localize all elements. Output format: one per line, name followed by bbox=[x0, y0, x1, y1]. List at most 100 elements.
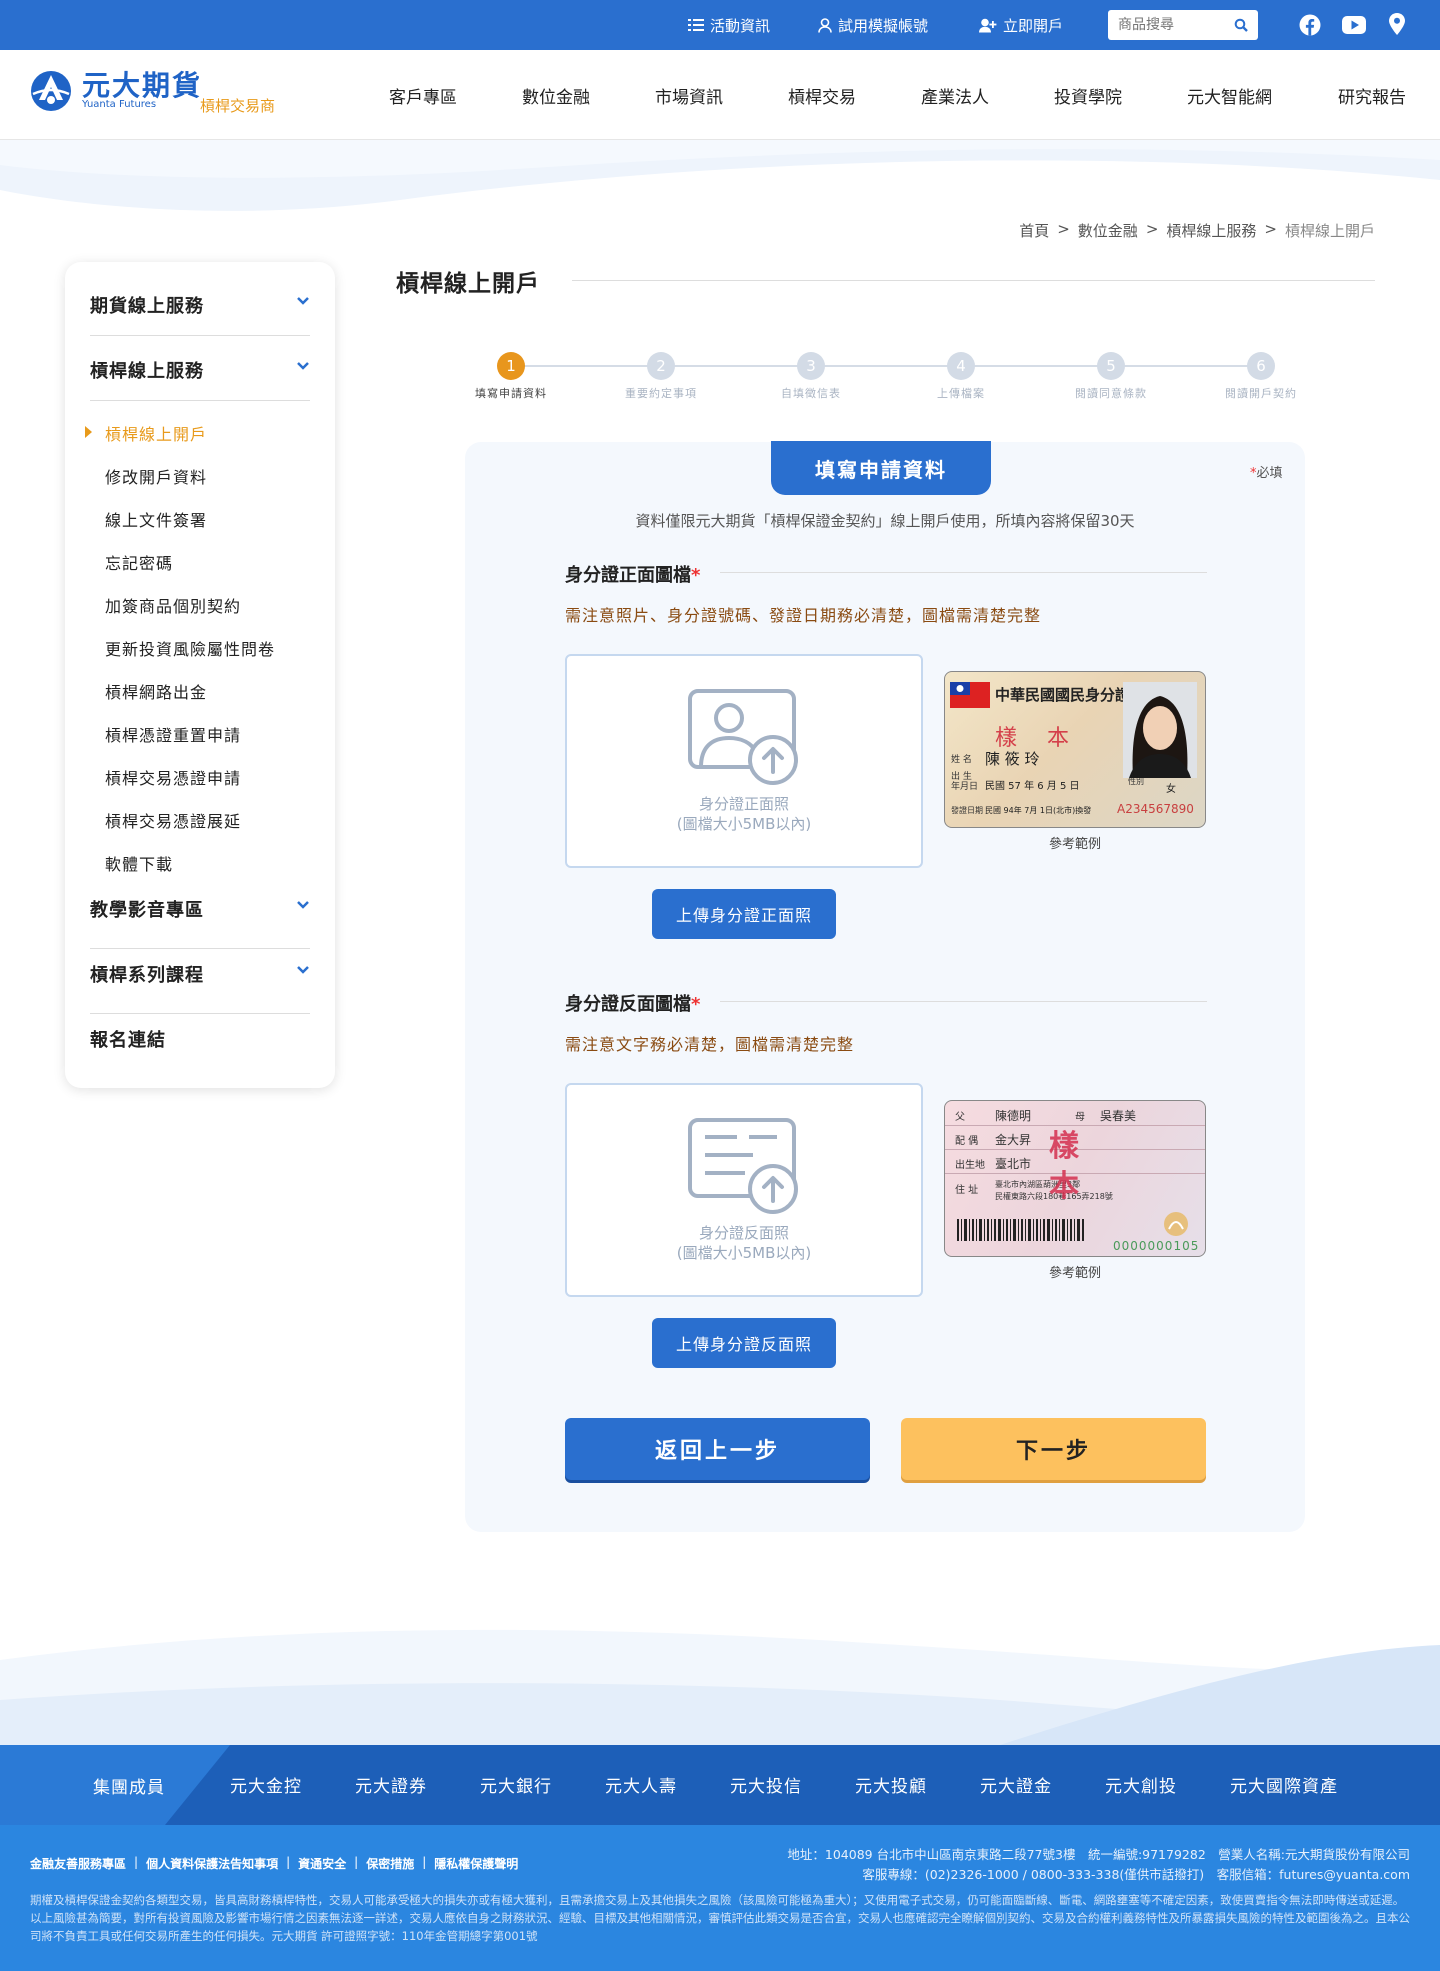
barcode-icon bbox=[957, 1219, 1084, 1241]
breadcrumb-leverage-service[interactable]: 槓桿線上服務 bbox=[1166, 220, 1256, 241]
back-upload-caption: 身分證反面照 bbox=[698, 1224, 789, 1242]
section-divider bbox=[720, 1001, 1207, 1002]
sidebar-item-product-contract[interactable]: 加簽商品個別契約 bbox=[105, 593, 241, 617]
nav-institutional[interactable]: 產業法人 bbox=[921, 50, 989, 140]
nav-digital-finance[interactable]: 數位金融 bbox=[522, 50, 590, 140]
sidebar-item-modify-account[interactable]: 修改開戶資料 bbox=[105, 464, 207, 488]
breadcrumb-separator: > bbox=[1145, 220, 1159, 238]
open-account-link[interactable]: 立即開戶 bbox=[979, 0, 1063, 50]
nav-smart-network[interactable]: 元大智能網 bbox=[1187, 50, 1272, 140]
step-3-label: 自填徵信表 bbox=[781, 387, 841, 400]
back-section-title: 身分證反面圖檔* bbox=[565, 990, 700, 1016]
location-pin-icon[interactable] bbox=[1389, 13, 1405, 35]
sidebar-group-registration[interactable]: 報名連結 bbox=[90, 1026, 310, 1052]
group-link-venture[interactable]: 元大創投 bbox=[1105, 1772, 1177, 1797]
footer-link-security[interactable]: 資通安全 bbox=[298, 1855, 346, 1872]
footer-link-privacy-policy[interactable]: 隱私權保護聲明 bbox=[434, 1855, 518, 1872]
group-link-securities[interactable]: 元大證券 bbox=[355, 1772, 427, 1797]
step-4-label: 上傳檔案 bbox=[937, 387, 985, 400]
group-label: 集團成員 bbox=[93, 1778, 165, 1798]
bottom-wave-decoration bbox=[0, 1629, 1440, 1745]
sidebar-group-courses[interactable]: 槓桿系列課程 bbox=[90, 961, 310, 987]
required-star: * bbox=[691, 994, 701, 1015]
group-link-securities-finance[interactable]: 元大證金 bbox=[980, 1772, 1052, 1797]
group-link-advisory[interactable]: 元大投顧 bbox=[855, 1772, 927, 1797]
yuanta-logo-icon bbox=[31, 71, 71, 111]
back-step-button[interactable]: 返回上一步 bbox=[565, 1418, 870, 1480]
sidebar-group-video[interactable]: 教學影音專區 bbox=[90, 896, 310, 922]
group-link-financial-holding[interactable]: 元大金控 bbox=[230, 1772, 302, 1797]
group-link-life[interactable]: 元大人壽 bbox=[605, 1772, 677, 1797]
sidebar-item-forgot-password[interactable]: 忘記密碼 bbox=[105, 550, 173, 574]
footer-link-privacy-notice[interactable]: 個人資料保護法告知事項 bbox=[146, 1855, 278, 1872]
facebook-icon[interactable] bbox=[1299, 14, 1321, 36]
panel-notice: 資料僅限元大期貨「槓桿保證金契約」線上開戶使用，所填內容將保留30天 bbox=[635, 512, 1135, 530]
nav-market-info[interactable]: 市場資訊 bbox=[655, 50, 723, 140]
activity-link[interactable]: 活動資訊 bbox=[688, 0, 770, 50]
front-upload-caption: 身分證正面照 bbox=[698, 795, 789, 813]
footer-link-friendly-service[interactable]: 金融友善服務專區 bbox=[30, 1855, 126, 1872]
group-members-bar: 集團成員 bbox=[0, 1745, 1440, 1825]
sidebar-group-futures-service[interactable]: 期貨線上服務 bbox=[90, 292, 310, 318]
sidebar-item-document-signing[interactable]: 線上文件簽署 bbox=[105, 507, 207, 531]
logo-subtitle: 槓桿交易商 bbox=[200, 97, 276, 115]
sidebar-group-label: 槓桿系列課程 bbox=[90, 965, 204, 986]
sidebar-group-leverage-service[interactable]: 槓桿線上服務 bbox=[90, 357, 310, 383]
nav-leverage-trading[interactable]: 槓桿交易 bbox=[788, 50, 856, 140]
breadcrumb-separator: > bbox=[1057, 220, 1070, 238]
chevron-down-icon bbox=[297, 297, 309, 305]
sidebar-item-risk-questionnaire[interactable]: 更新投資風險屬性問卷 bbox=[105, 636, 275, 660]
back-title-text: 身分證反面圖檔 bbox=[565, 994, 691, 1015]
footer-contact: 地址：104089 台北市中山區南京東路二段77號3樓 統一編號:9717928… bbox=[787, 1845, 1410, 1885]
top-bar: 活動資訊 試用模擬帳號 立即開戶 bbox=[0, 0, 1440, 50]
sample-spouse: 金大昇 bbox=[995, 1133, 1032, 1147]
sample-name-label: 姓 名 bbox=[951, 755, 972, 765]
required-star: * bbox=[691, 565, 701, 586]
upload-back-id-button[interactable]: 上傳身分證反面照 bbox=[652, 1318, 836, 1368]
logo[interactable]: 元大期貨 Yuanta Futures bbox=[30, 70, 202, 112]
taiwan-flag-icon bbox=[950, 682, 990, 708]
sidebar-item-software-download[interactable]: 軟體下載 bbox=[105, 851, 173, 875]
front-title-text: 身分證正面圖檔 bbox=[565, 565, 691, 586]
demo-account-link[interactable]: 試用模擬帳號 bbox=[818, 0, 928, 50]
sample-father-label: 父 bbox=[955, 1112, 965, 1123]
nav-research-report[interactable]: 研究報告 bbox=[1338, 50, 1406, 140]
top-wave-decoration bbox=[0, 140, 1440, 211]
step-2-label: 重要約定事項 bbox=[625, 387, 697, 400]
group-link-bank[interactable]: 元大銀行 bbox=[480, 1772, 552, 1797]
step-2-circle: 2 bbox=[647, 352, 675, 380]
sample-birthplace-label: 出生地 bbox=[955, 1160, 985, 1171]
sample-name: 陳 筱 玲 bbox=[985, 750, 1040, 768]
step-3-circle: 3 bbox=[797, 352, 825, 380]
breadcrumb-home[interactable]: 首頁 bbox=[1019, 220, 1049, 241]
search-icon[interactable] bbox=[1234, 18, 1248, 32]
next-step-button[interactable]: 下一步 bbox=[901, 1418, 1206, 1480]
document-upload-icon bbox=[688, 1118, 798, 1214]
group-link-funds[interactable]: 元大投信 bbox=[730, 1772, 802, 1797]
sidebar-item-leverage-online-account[interactable]: 槓桿線上開戶 bbox=[105, 421, 207, 445]
sample-stamp: 樣本 bbox=[1049, 1129, 1079, 1204]
step-6-circle: 6 bbox=[1247, 352, 1275, 380]
panel-tab-title: 填寫申請資料 bbox=[771, 441, 991, 495]
upload-front-id-button[interactable]: 上傳身分證正面照 bbox=[652, 889, 836, 939]
sample-issue-date: 民國 94年 7月 1日(北市)換發 bbox=[985, 806, 1092, 815]
sample-mother-label: 母 bbox=[1075, 1112, 1085, 1123]
sample-birthplace: 臺北市 bbox=[995, 1157, 1032, 1171]
sidebar-item-withdrawal[interactable]: 槓桿網路出金 bbox=[105, 679, 207, 703]
sidebar-item-certificate-apply[interactable]: 槓桿交易憑證申請 bbox=[105, 765, 241, 789]
search-input[interactable] bbox=[1108, 11, 1226, 39]
sample-address-label: 住 址 bbox=[955, 1185, 979, 1196]
youtube-icon[interactable] bbox=[1342, 16, 1366, 34]
product-search bbox=[1108, 10, 1258, 40]
sidebar-item-certificate-extend[interactable]: 槓桿交易憑證展延 bbox=[105, 808, 241, 832]
footer-link-confidentiality[interactable]: 保密措施 bbox=[366, 1855, 414, 1872]
sidebar-item-certificate-reset[interactable]: 槓桿憑證重置申請 bbox=[105, 722, 241, 746]
hologram-emblem-icon bbox=[1164, 1212, 1188, 1236]
group-link-international-asset[interactable]: 元大國際資產 bbox=[1230, 1772, 1338, 1797]
nav-investment-academy[interactable]: 投資學院 bbox=[1054, 50, 1122, 140]
footer-separator: | bbox=[354, 1855, 359, 1869]
breadcrumb-digital-finance[interactable]: 數位金融 bbox=[1078, 220, 1138, 241]
nav-customer-zone[interactable]: 客戶專區 bbox=[389, 50, 457, 140]
front-upload-dropzone[interactable]: 身分證正面照 (圖檔大小5MB以內) bbox=[565, 654, 923, 868]
back-upload-dropzone[interactable]: 身分證反面照 (圖檔大小5MB以內) bbox=[565, 1083, 923, 1297]
